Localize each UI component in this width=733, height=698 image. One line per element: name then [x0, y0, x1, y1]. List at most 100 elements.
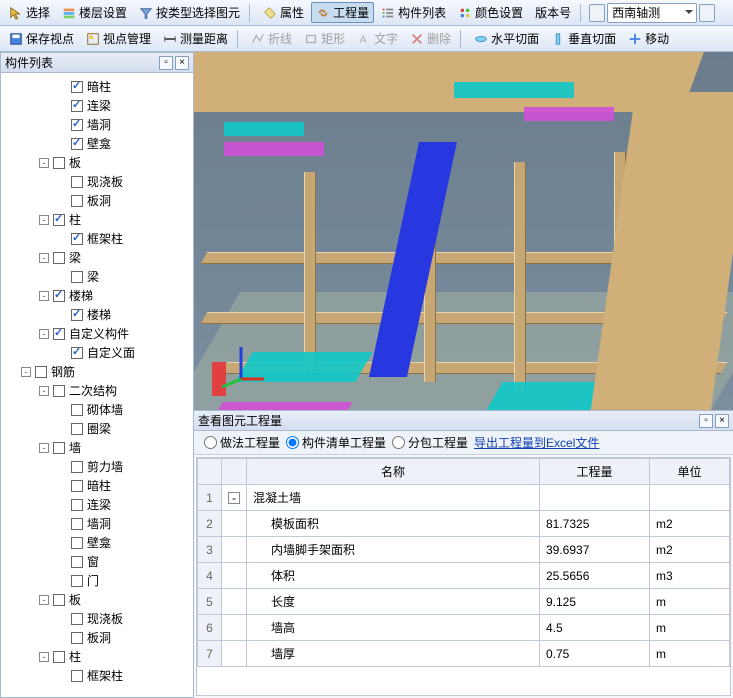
tree-node[interactable]: -板 [3, 590, 191, 609]
tree-node[interactable]: -自定义构件 [3, 324, 191, 343]
table-row[interactable]: 3内墙脚手架面积39.6937m2 [198, 537, 730, 563]
tree-node[interactable]: 框架柱 [3, 666, 191, 685]
quantity-grid[interactable]: 名称 工程量 单位 1-混凝土墙2模板面积81.7325m23内墙脚手架面积39… [196, 457, 731, 696]
viewport-3d[interactable] [194, 52, 733, 410]
table-row[interactable]: 7墙厚0.75m [198, 641, 730, 667]
tree-checkbox[interactable] [71, 81, 83, 93]
tree-node[interactable]: 砌体墙 [3, 400, 191, 419]
tree-checkbox[interactable] [53, 328, 65, 340]
tree-node[interactable]: -柱 [3, 210, 191, 229]
panel-pin-button[interactable]: ▫ [159, 56, 173, 70]
version-button[interactable]: 版本号 [530, 2, 576, 23]
tree-node[interactable]: -板 [3, 153, 191, 172]
tree-node[interactable]: 暗柱 [3, 77, 191, 96]
tree-toggle[interactable]: - [39, 329, 49, 339]
tree-node[interactable]: 梁 [3, 267, 191, 286]
tree-node[interactable]: 墙洞 [3, 115, 191, 134]
tree-checkbox[interactable] [71, 119, 83, 131]
component-list-button[interactable]: 构件列表 [376, 2, 451, 23]
tree-checkbox[interactable] [71, 499, 83, 511]
tree-toggle[interactable]: - [21, 367, 31, 377]
opt-subcontract-qty[interactable]: 分包工程量 [392, 434, 468, 451]
table-group-row[interactable]: 1-混凝土墙 [198, 485, 730, 511]
tree-node[interactable]: 连梁 [3, 495, 191, 514]
tree-checkbox[interactable] [71, 138, 83, 150]
tree-node[interactable]: -柱 [3, 647, 191, 666]
tree-toggle[interactable]: - [39, 215, 49, 225]
tree-checkbox[interactable] [71, 556, 83, 568]
tree-checkbox[interactable] [71, 100, 83, 112]
tree-checkbox[interactable] [35, 366, 47, 378]
tree-checkbox[interactable] [71, 518, 83, 530]
tree-node[interactable]: 暗柱 [3, 476, 191, 495]
tree-checkbox[interactable] [53, 594, 65, 606]
tree-node[interactable]: -钢筋 [3, 362, 191, 381]
tree-checkbox[interactable] [53, 651, 65, 663]
table-row[interactable]: 5长度9.125m [198, 589, 730, 615]
delete-button[interactable]: 删除 [405, 28, 456, 49]
tree-toggle[interactable]: - [39, 386, 49, 396]
qty-button[interactable]: 工程量 [311, 2, 374, 23]
tree-checkbox[interactable] [71, 309, 83, 321]
tree-node[interactable]: 门 [3, 571, 191, 590]
tree-checkbox[interactable] [71, 423, 83, 435]
move-button[interactable]: 移动 [623, 28, 674, 49]
tree-node[interactable]: -楼梯 [3, 286, 191, 305]
tree-checkbox[interactable] [53, 442, 65, 454]
tree-checkbox[interactable] [53, 385, 65, 397]
hcut-button[interactable]: 水平切面 [469, 28, 544, 49]
tree-node[interactable]: 现浇板 [3, 609, 191, 628]
text-button[interactable]: A文字 [352, 28, 403, 49]
tree-node[interactable]: -墙 [3, 438, 191, 457]
measure-button[interactable]: 测量距离 [158, 28, 233, 49]
opt-component-list-qty[interactable]: 构件清单工程量 [286, 434, 386, 451]
view-next-button[interactable] [699, 4, 715, 22]
tree-checkbox[interactable] [71, 233, 83, 245]
save-view-button[interactable]: 保存视点 [4, 28, 79, 49]
tree-checkbox[interactable] [53, 214, 65, 226]
tree-node[interactable]: 壁龛 [3, 533, 191, 552]
tree-checkbox[interactable] [53, 252, 65, 264]
props-button[interactable]: 属性 [258, 2, 309, 23]
tree-node[interactable]: -二次结构 [3, 381, 191, 400]
tree-checkbox[interactable] [53, 290, 65, 302]
tree-node[interactable]: -梁 [3, 248, 191, 267]
tree-toggle[interactable]: - [39, 652, 49, 662]
table-row[interactable]: 2模板面积81.7325m2 [198, 511, 730, 537]
tree-checkbox[interactable] [71, 613, 83, 625]
tree-checkbox[interactable] [71, 537, 83, 549]
tree-node[interactable]: 剪力墙 [3, 457, 191, 476]
tree-toggle[interactable]: - [39, 595, 49, 605]
tree-node[interactable]: 板洞 [3, 191, 191, 210]
tree-checkbox[interactable] [53, 157, 65, 169]
view-prev-button[interactable] [589, 4, 605, 22]
tree-checkbox[interactable] [71, 195, 83, 207]
select-button[interactable]: 选择 [4, 2, 55, 23]
qty-panel-close-button[interactable]: × [715, 414, 729, 428]
tree-checkbox[interactable] [71, 575, 83, 587]
tree-node[interactable]: 墙洞 [3, 514, 191, 533]
tree-toggle[interactable]: - [39, 443, 49, 453]
tree-node[interactable]: 板洞 [3, 628, 191, 647]
panel-close-button[interactable]: × [175, 56, 189, 70]
table-row[interactable]: 6墙高4.5m [198, 615, 730, 641]
vcut-button[interactable]: 垂直切面 [546, 28, 621, 49]
tree-checkbox[interactable] [71, 670, 83, 682]
tree-node[interactable]: 现浇板 [3, 172, 191, 191]
table-row[interactable]: 4体积25.5656m3 [198, 563, 730, 589]
component-tree[interactable]: 暗柱连梁墙洞壁龛-板现浇板板洞-柱框架柱-梁梁-楼梯楼梯-自定义构件自定义面-钢… [1, 73, 193, 697]
tree-node[interactable]: 楼梯 [3, 305, 191, 324]
tree-toggle[interactable]: - [39, 253, 49, 263]
tree-node[interactable]: 连梁 [3, 96, 191, 115]
tree-node[interactable]: 框架柱 [3, 229, 191, 248]
tree-checkbox[interactable] [71, 176, 83, 188]
polyline-button[interactable]: 折线 [246, 28, 297, 49]
tree-checkbox[interactable] [71, 404, 83, 416]
tree-checkbox[interactable] [71, 347, 83, 359]
tree-checkbox[interactable] [71, 632, 83, 644]
select-by-type-button[interactable]: 按类型选择图元 [134, 2, 245, 23]
tree-node[interactable]: 壁龛 [3, 134, 191, 153]
tree-toggle[interactable]: - [39, 158, 49, 168]
opt-method-qty[interactable]: 做法工程量 [204, 434, 280, 451]
tree-checkbox[interactable] [71, 461, 83, 473]
